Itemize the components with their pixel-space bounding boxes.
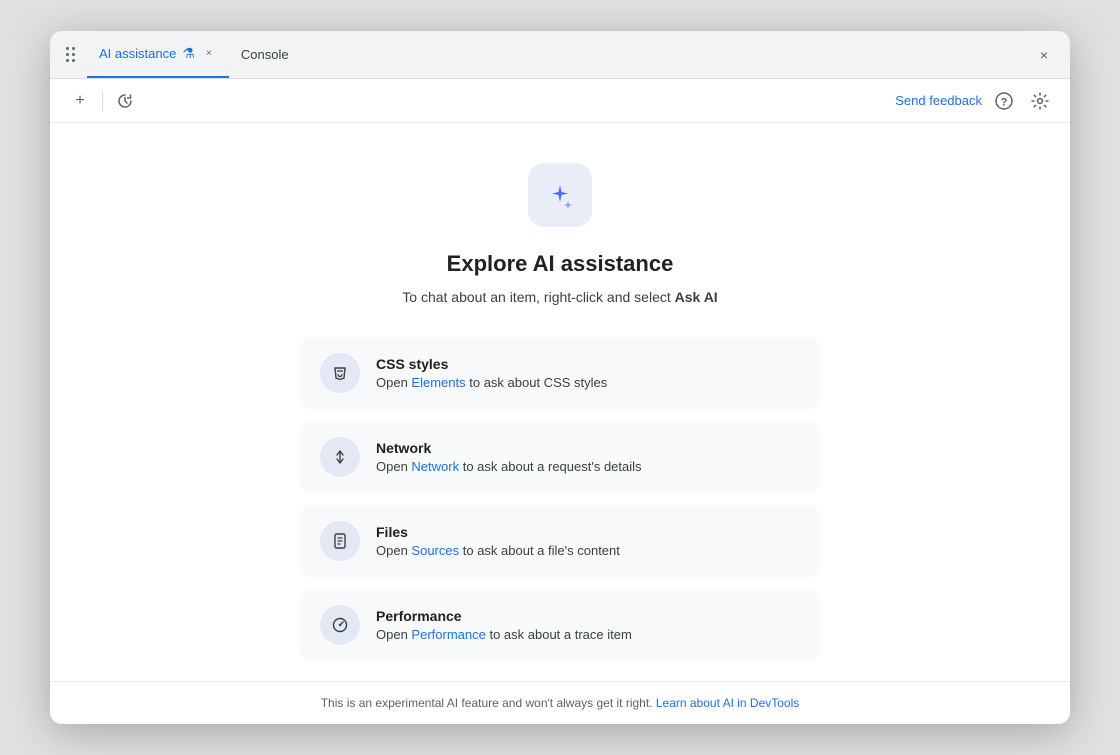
files-text: Files Open Sources to ask about a file's… — [376, 524, 800, 558]
main-content: Explore AI assistance To chat about an i… — [50, 123, 1070, 681]
network-text: Network Open Network to ask about a requ… — [376, 440, 800, 474]
files-desc: Open Sources to ask about a file's conte… — [376, 543, 800, 558]
tab-menu-button[interactable] — [62, 43, 79, 66]
performance-icon — [320, 605, 360, 645]
settings-icon — [1031, 92, 1049, 110]
window-close-button[interactable]: × — [1030, 41, 1058, 69]
settings-button[interactable] — [1026, 87, 1054, 115]
tab-ai-assistance[interactable]: AI assistance ⚗ × — [87, 31, 229, 78]
css-text: CSS styles Open Elements to ask about CS… — [376, 356, 800, 390]
subtitle-bold: Ask AI — [675, 289, 718, 305]
network-title: Network — [376, 440, 800, 456]
main-title: Explore AI assistance — [447, 251, 674, 277]
new-tab-button[interactable]: + — [66, 87, 94, 115]
tab-ai-label: AI assistance — [99, 46, 176, 61]
history-icon — [117, 93, 133, 109]
history-button[interactable] — [111, 87, 139, 115]
feature-card-network: Network Open Network to ask about a requ… — [300, 421, 820, 493]
beaker-icon: ⚗ — [182, 45, 195, 62]
tab-close-button[interactable]: × — [201, 46, 217, 62]
feature-card-css: CSS styles Open Elements to ask about CS… — [300, 337, 820, 409]
toolbar-divider — [102, 91, 103, 111]
css-desc: Open Elements to ask about CSS styles — [376, 375, 800, 390]
network-link[interactable]: Network — [411, 459, 459, 474]
main-subtitle: To chat about an item, right-click and s… — [402, 289, 717, 305]
performance-title: Performance — [376, 608, 800, 624]
tab-list: AI assistance ⚗ × Console — [87, 31, 1022, 78]
feature-card-performance: Performance Open Performance to ask abou… — [300, 589, 820, 661]
files-icon — [320, 521, 360, 561]
feature-list: CSS styles Open Elements to ask about CS… — [300, 337, 820, 661]
css-link[interactable]: Elements — [411, 375, 465, 390]
files-title: Files — [376, 524, 800, 540]
title-bar: AI assistance ⚗ × Console × — [50, 31, 1070, 79]
css-icon — [320, 353, 360, 393]
tab-console[interactable]: Console — [229, 31, 301, 78]
feature-card-files: Files Open Sources to ask about a file's… — [300, 505, 820, 577]
help-button[interactable]: ? — [990, 87, 1018, 115]
performance-text: Performance Open Performance to ask abou… — [376, 608, 800, 642]
performance-link[interactable]: Performance — [411, 627, 485, 642]
toolbar: + Send feedback ? — [50, 79, 1070, 123]
css-title: CSS styles — [376, 356, 800, 372]
performance-desc: Open Performance to ask about a trace it… — [376, 627, 800, 642]
tab-console-label: Console — [241, 47, 289, 62]
help-icon: ? — [995, 92, 1013, 110]
network-icon — [320, 437, 360, 477]
footer-link[interactable]: Learn about AI in DevTools — [656, 696, 799, 710]
ai-icon — [528, 163, 592, 227]
network-desc: Open Network to ask about a request's de… — [376, 459, 800, 474]
footer-text: This is an experimental AI feature and w… — [321, 696, 656, 710]
svg-text:?: ? — [1001, 96, 1008, 108]
subtitle-text: To chat about an item, right-click and s… — [402, 289, 674, 305]
footer: This is an experimental AI feature and w… — [50, 681, 1070, 724]
send-feedback-link[interactable]: Send feedback — [895, 93, 982, 108]
files-link[interactable]: Sources — [411, 543, 459, 558]
devtools-window: AI assistance ⚗ × Console × + Send feedb… — [50, 31, 1070, 724]
ai-sparkle-icon — [544, 179, 576, 211]
